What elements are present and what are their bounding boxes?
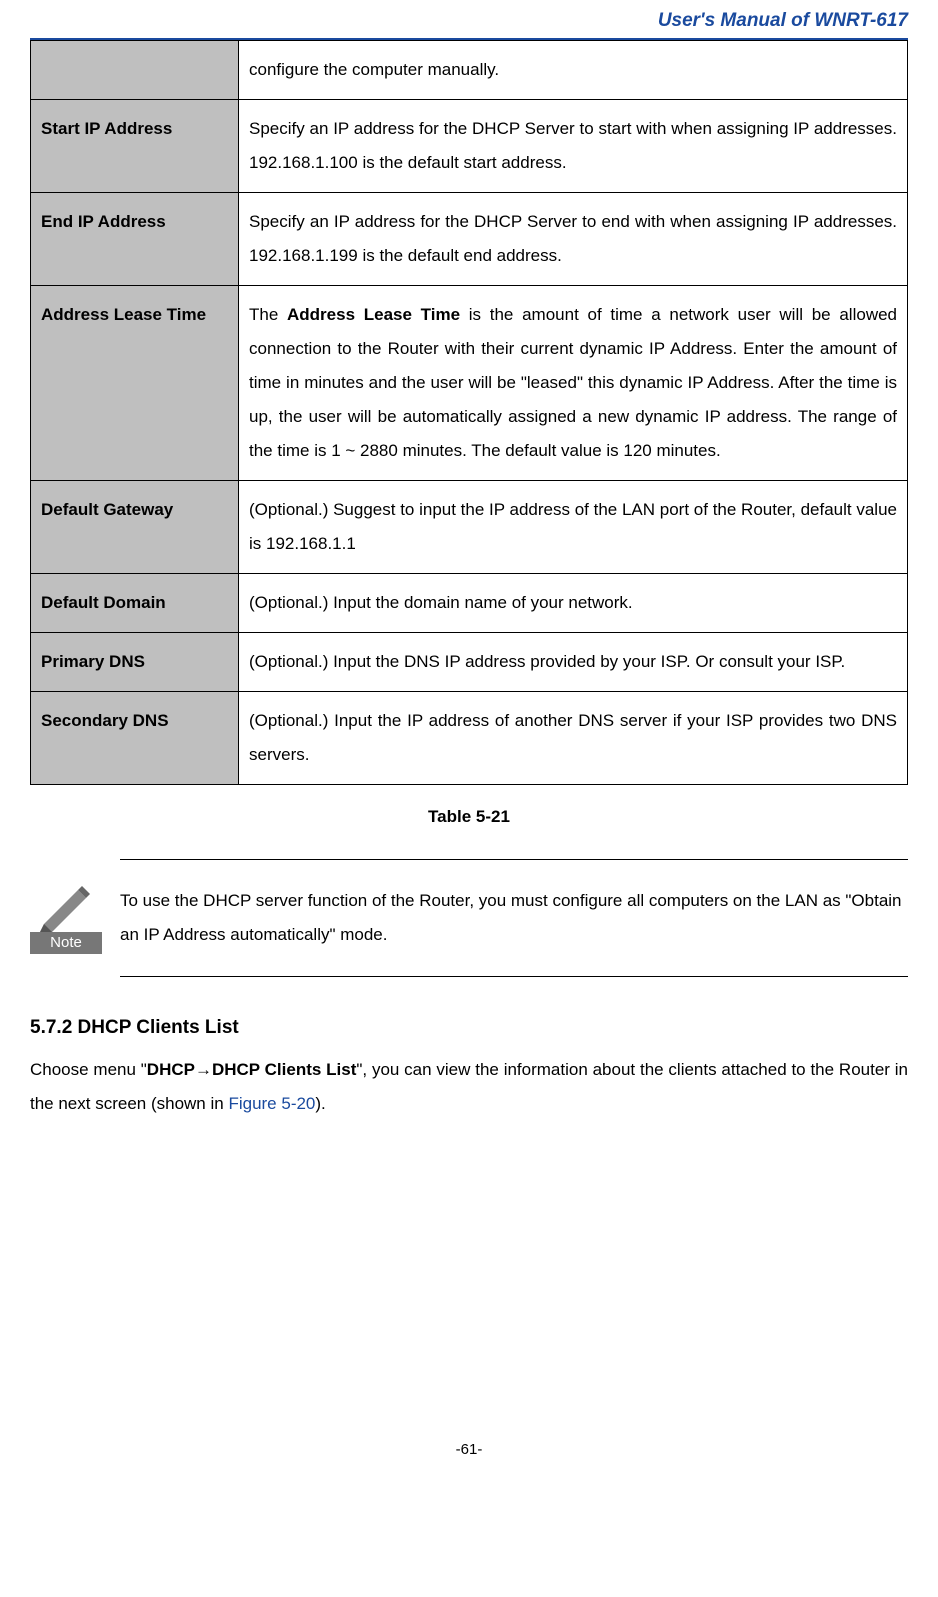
param-label: Default Domain (31, 574, 239, 633)
note-callout: Note To use the DHCP server function of … (30, 859, 908, 977)
param-description: Specify an IP address for the DHCP Serve… (239, 100, 908, 193)
parameter-table: configure the computer manually. Start I… (30, 40, 908, 785)
table-row: Address Lease Time The Address Lease Tim… (31, 286, 908, 481)
param-label: Primary DNS (31, 633, 239, 692)
param-description: (Optional.) Suggest to input the IP addr… (239, 481, 908, 574)
param-label: Address Lease Time (31, 286, 239, 481)
text-fragment: ). (315, 1094, 325, 1113)
param-description: The Address Lease Time is the amount of … (239, 286, 908, 481)
page-number: -61- (30, 1441, 908, 1458)
table-row: Default Gateway (Optional.) Suggest to i… (31, 481, 908, 574)
param-label: End IP Address (31, 193, 239, 286)
table-row: configure the computer manually. (31, 41, 908, 100)
table-row: Start IP Address Specify an IP address f… (31, 100, 908, 193)
section-heading: 5.7.2 DHCP Clients List (30, 1017, 908, 1039)
text-bold: Address Lease Time (287, 305, 460, 324)
param-label (31, 41, 239, 100)
param-description: (Optional.) Input the IP address of anot… (239, 692, 908, 785)
table-caption: Table 5-21 (30, 807, 908, 827)
document-header-title: User's Manual of WNRT-617 (30, 10, 908, 40)
text-fragment: is the amount of time a network user wil… (249, 305, 897, 460)
pencil-icon (38, 882, 94, 932)
table-row: Secondary DNS (Optional.) Input the IP a… (31, 692, 908, 785)
param-label: Default Gateway (31, 481, 239, 574)
text-bold: DHCP→DHCP Clients List (147, 1060, 357, 1079)
param-label: Secondary DNS (31, 692, 239, 785)
param-description: (Optional.) Input the DNS IP address pro… (239, 633, 908, 692)
table-row: End IP Address Specify an IP address for… (31, 193, 908, 286)
text-fragment: Choose menu " (30, 1060, 147, 1079)
note-icon: Note (30, 882, 102, 954)
note-icon-label: Note (30, 932, 102, 954)
param-description: Specify an IP address for the DHCP Serve… (239, 193, 908, 286)
table-row: Primary DNS (Optional.) Input the DNS IP… (31, 633, 908, 692)
table-row: Default Domain (Optional.) Input the dom… (31, 574, 908, 633)
note-text: To use the DHCP server function of the R… (120, 859, 908, 977)
figure-link[interactable]: Figure 5-20 (228, 1094, 315, 1113)
param-description: configure the computer manually. (239, 41, 908, 100)
section-body: Choose menu "DHCP→DHCP Clients List", yo… (30, 1053, 908, 1121)
param-description: (Optional.) Input the domain name of you… (239, 574, 908, 633)
param-label: Start IP Address (31, 100, 239, 193)
text-fragment: The (249, 305, 287, 324)
